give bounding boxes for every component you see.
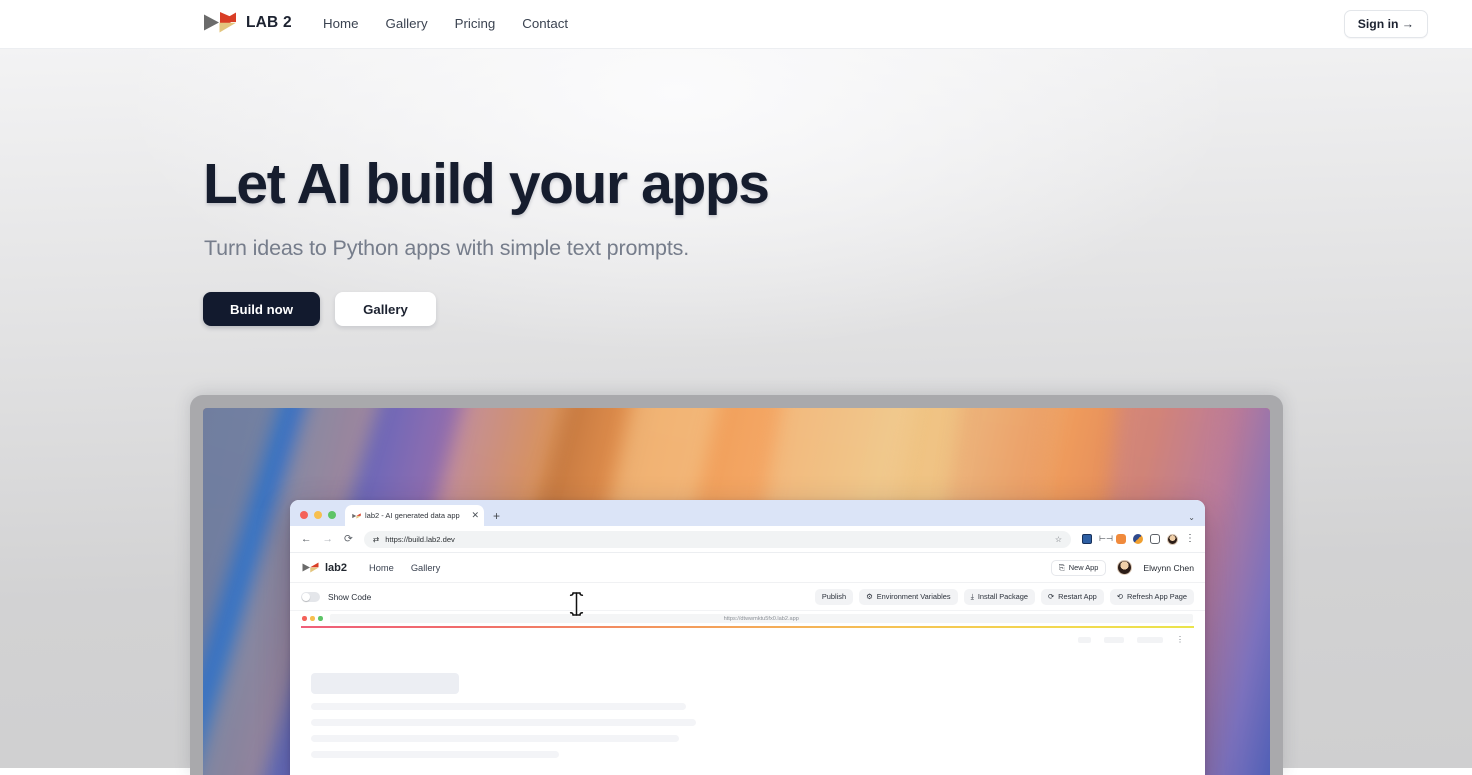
- extension-puzzle-icon[interactable]: [1150, 534, 1160, 544]
- app-header-right: ⎘ New App Elwynn Chen: [1051, 560, 1194, 576]
- extension-icon-3[interactable]: [1116, 534, 1126, 544]
- nav-item-pricing[interactable]: Pricing: [455, 16, 496, 31]
- sign-in-button[interactable]: Sign in →: [1344, 10, 1428, 38]
- restart-app-label: Restart App: [1058, 592, 1097, 601]
- browser-tab-title: lab2 - AI generated data app: [365, 511, 467, 520]
- gear-icon: ⚙: [866, 593, 873, 600]
- minimize-window-icon[interactable]: [314, 511, 322, 519]
- address-bar[interactable]: ⇄ https://build.lab2.dev ☆: [364, 531, 1071, 548]
- preview-minimize-icon[interactable]: [310, 616, 315, 621]
- browser-extensions: ⊢⊣ ⋮: [1082, 534, 1195, 545]
- preview-menu-icon[interactable]: ⋮: [1176, 636, 1184, 644]
- nav-item-home[interactable]: Home: [323, 16, 358, 31]
- hero-cta-group: Build now Gallery: [203, 292, 436, 326]
- download-icon: ⤓: [971, 593, 974, 600]
- browser-menu-icon[interactable]: ⋮: [1185, 534, 1195, 544]
- new-app-button[interactable]: ⎘ New App: [1051, 560, 1107, 576]
- lab2-logo-icon: [203, 8, 237, 37]
- skeleton-line: [311, 735, 679, 742]
- forward-icon: →: [323, 534, 334, 545]
- site-header: LAB 2 Home Gallery Pricing Contact Sign …: [0, 0, 1472, 49]
- reload-icon[interactable]: ⟳: [344, 534, 353, 545]
- preview-url[interactable]: https://dtwwmktu5fx0.lab2.app: [330, 614, 1194, 623]
- install-package-label: Install Package: [978, 592, 1028, 601]
- app-preview-pane: https://dtwwmktu5fx0.lab2.app ⋮: [290, 611, 1205, 770]
- skeleton-title: [311, 673, 459, 694]
- install-package-button[interactable]: ⤓ Install Package: [964, 589, 1035, 605]
- preview-ghost-item-1: [1078, 637, 1091, 643]
- chevron-down-icon[interactable]: ⌄: [1188, 513, 1195, 522]
- address-bar-url: https://build.lab2.dev: [385, 535, 455, 544]
- restart-app-button[interactable]: ⟳ Restart App: [1041, 589, 1104, 605]
- preview-maximize-icon[interactable]: [318, 616, 323, 621]
- browser-profile-avatar[interactable]: [1167, 534, 1178, 545]
- show-code-label: Show Code: [328, 592, 371, 602]
- preview-ghost-item-3: [1137, 637, 1163, 643]
- environment-variables-label: Environment Variables: [877, 592, 951, 601]
- preview-content-header: ⋮: [1078, 636, 1184, 644]
- app-nav-item-home[interactable]: Home: [369, 563, 394, 573]
- app-nav-item-gallery[interactable]: Gallery: [411, 563, 440, 573]
- preview-content: ⋮: [301, 628, 1194, 770]
- brand-logo-group[interactable]: LAB 2: [203, 8, 292, 37]
- app-toolbar: Show Code Publish ⚙ Environment Variable…: [290, 583, 1205, 611]
- tab-favicon-icon: [352, 512, 361, 520]
- new-tab-icon[interactable]: +: [493, 510, 500, 522]
- app-brand[interactable]: lab2: [302, 560, 347, 575]
- site-info-icon[interactable]: ⇄: [373, 535, 379, 544]
- build-now-button[interactable]: Build now: [203, 292, 320, 326]
- refresh-icon: ⟲: [1117, 593, 1123, 600]
- preview-close-icon[interactable]: [302, 616, 307, 621]
- close-window-icon[interactable]: [300, 511, 308, 519]
- new-app-label: New App: [1069, 563, 1099, 572]
- show-code-toggle[interactable]: [301, 592, 320, 602]
- extension-icon-2[interactable]: ⊢⊣: [1099, 534, 1109, 544]
- back-icon[interactable]: ←: [301, 534, 312, 545]
- extension-icon-4[interactable]: [1133, 534, 1143, 544]
- window-traffic-lights: [290, 511, 345, 526]
- app-brand-name: lab2: [325, 562, 347, 574]
- browser-toolbar: ← → ⟳ ⇄ https://build.lab2.dev ☆ ⊢⊣ ⋮: [290, 526, 1205, 553]
- publish-button[interactable]: Publish: [815, 589, 853, 605]
- page-title: Let AI build your apps: [203, 154, 769, 214]
- maximize-window-icon[interactable]: [328, 511, 336, 519]
- new-app-icon: ⎘: [1059, 563, 1065, 573]
- preview-ghost-item-2: [1104, 637, 1124, 643]
- preview-traffic-lights: [302, 616, 323, 621]
- skeleton-line: [311, 751, 559, 758]
- publish-label: Publish: [822, 592, 846, 601]
- restart-icon: ⟳: [1048, 593, 1054, 600]
- app-toolbar-actions: Publish ⚙ Environment Variables ⤓ Instal…: [815, 589, 1194, 605]
- refresh-app-page-label: Refresh App Page: [1127, 592, 1187, 601]
- user-name: Elwynn Chen: [1143, 563, 1194, 573]
- browser-window: lab2 - AI generated data app ✕ + ⌄ ← → ⟳…: [290, 500, 1205, 775]
- close-tab-icon[interactable]: ✕: [471, 511, 479, 520]
- gallery-button[interactable]: Gallery: [335, 292, 436, 326]
- device-mockup: lab2 - AI generated data app ✕ + ⌄ ← → ⟳…: [190, 395, 1283, 775]
- nav-item-gallery[interactable]: Gallery: [385, 16, 427, 31]
- primary-nav: Home Gallery Pricing Contact: [323, 16, 568, 31]
- browser-tab[interactable]: lab2 - AI generated data app ✕: [345, 505, 484, 526]
- page-subtitle: Turn ideas to Python apps with simple te…: [204, 236, 689, 261]
- preview-address-bar: https://dtwwmktu5fx0.lab2.app: [301, 611, 1194, 626]
- refresh-app-page-button[interactable]: ⟲ Refresh App Page: [1110, 589, 1194, 605]
- skeleton-line: [311, 719, 696, 726]
- brand-name: LAB 2: [246, 14, 292, 32]
- app-header: lab2 Home Gallery ⎘ New App Elwynn Chen: [290, 553, 1205, 583]
- environment-variables-button[interactable]: ⚙ Environment Variables: [859, 589, 957, 605]
- nav-item-contact[interactable]: Contact: [522, 16, 568, 31]
- device-screen: lab2 - AI generated data app ✕ + ⌄ ← → ⟳…: [203, 408, 1270, 775]
- browser-tab-bar: lab2 - AI generated data app ✕ + ⌄: [290, 500, 1205, 526]
- app-nav: Home Gallery: [369, 563, 440, 573]
- bookmark-star-icon[interactable]: ☆: [1055, 535, 1062, 544]
- app-logo-icon: [302, 560, 319, 575]
- skeleton-line: [311, 703, 686, 710]
- user-avatar[interactable]: [1117, 560, 1132, 575]
- extension-icon-1[interactable]: [1082, 534, 1092, 544]
